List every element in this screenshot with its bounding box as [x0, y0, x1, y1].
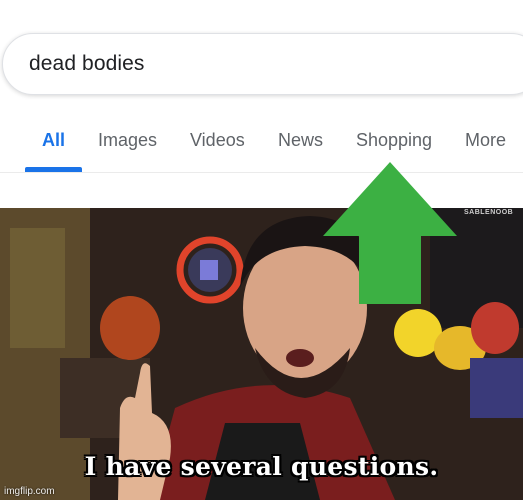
up-arrow-icon [323, 162, 457, 304]
channel-watermark: SABLENOOB [464, 209, 514, 216]
search-box[interactable]: dead bodies [2, 33, 523, 95]
meme-caption: I have several questions. [84, 452, 439, 481]
tab-shopping[interactable]: Shopping [356, 130, 432, 151]
tab-images[interactable]: Images [98, 130, 157, 151]
imgflip-watermark: imgflip.com [4, 486, 55, 497]
tab-videos[interactable]: Videos [190, 130, 245, 151]
tab-news[interactable]: News [278, 130, 323, 151]
search-query[interactable]: dead bodies [29, 52, 145, 76]
tab-all[interactable]: All [42, 130, 65, 151]
tab-more[interactable]: More [465, 130, 506, 151]
